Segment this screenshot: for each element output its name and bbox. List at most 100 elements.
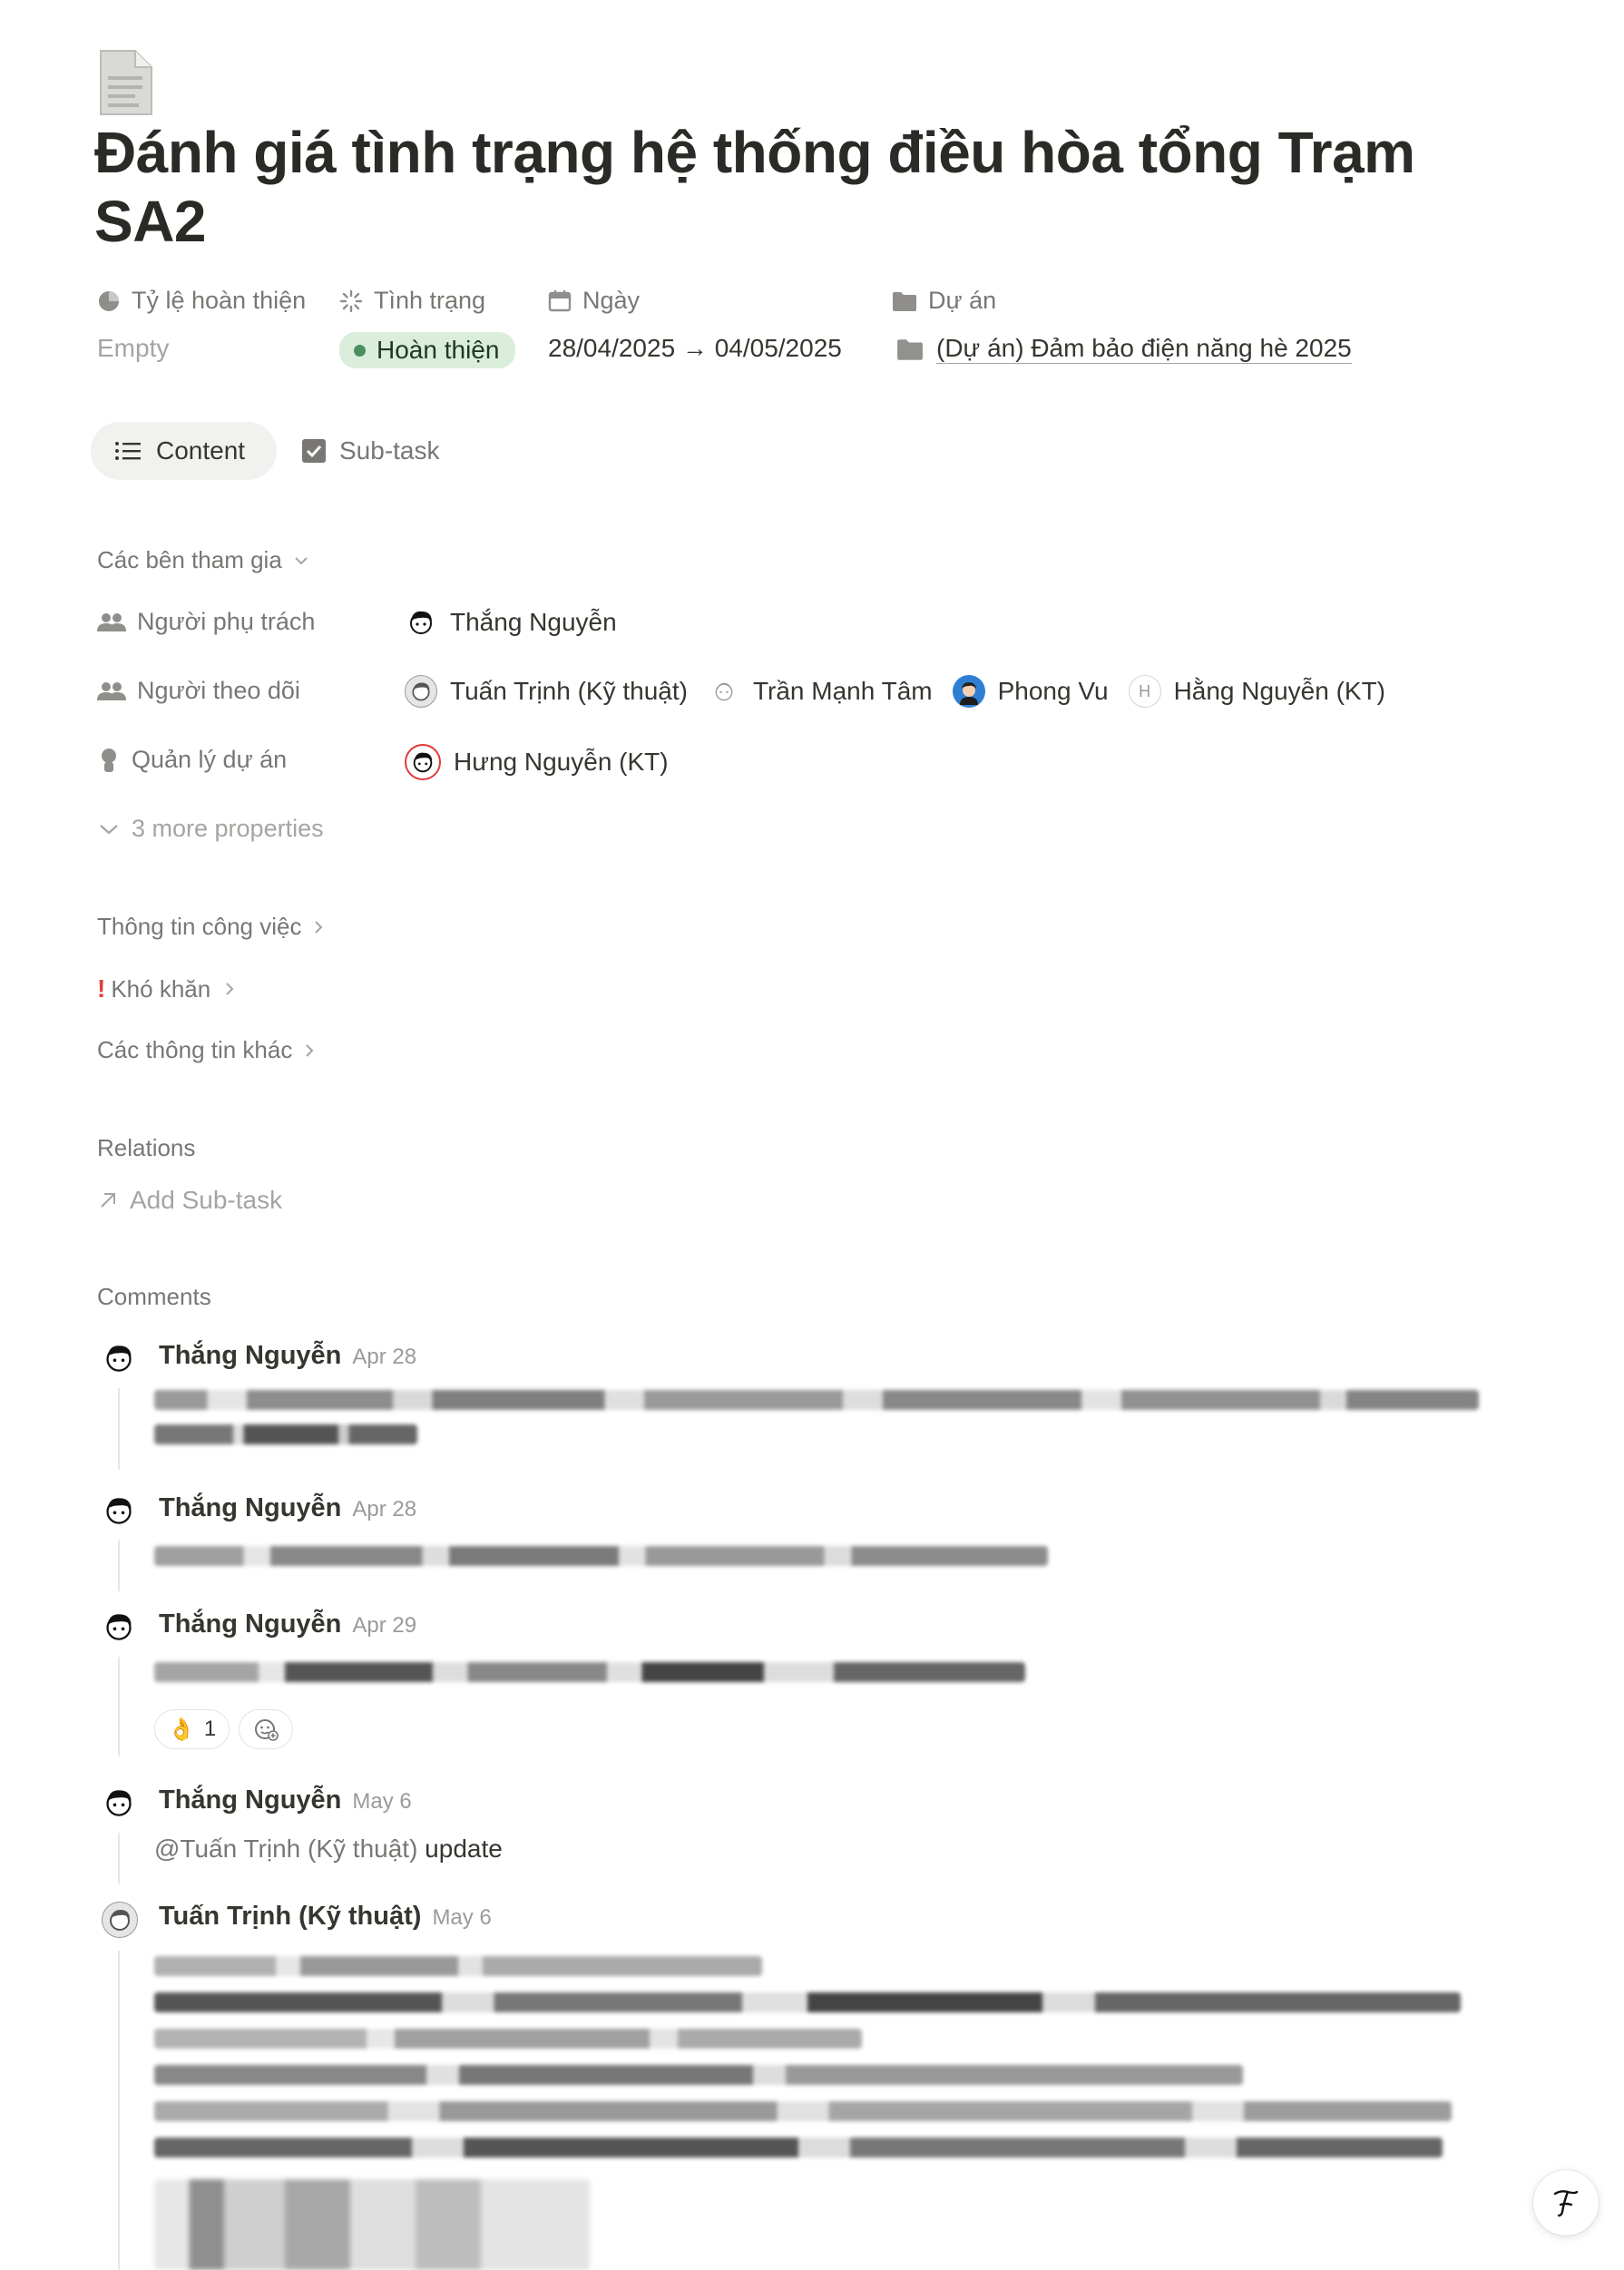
add-emoji-icon (255, 1719, 279, 1741)
completion-value[interactable]: Empty (97, 334, 169, 363)
list-icon (115, 442, 141, 460)
comment-author[interactable]: Thắng Nguyễn (159, 1610, 341, 1639)
person-icon (102, 748, 116, 772)
reaction-ok[interactable]: 👌 1 (154, 1709, 230, 1749)
section-label: Thông tin công việc (97, 913, 302, 940)
comment-header: Thắng Nguyễn Apr 28 (159, 1341, 416, 1371)
comments-heading: Comments (97, 1283, 211, 1310)
comment-body-redacted (154, 1390, 1479, 1444)
more-properties-label: 3 more properties (132, 815, 324, 842)
project-label: Dự án (928, 287, 997, 314)
date-value[interactable]: 28/04/2025 → 04/05/2025 (548, 334, 842, 363)
completion-header[interactable]: Tỷ lệ hoàn thiện (97, 287, 306, 315)
comment-date: Apr 28 (352, 1497, 417, 1521)
comment-author[interactable]: Thắng Nguyễn (159, 1786, 341, 1815)
followers-value[interactable]: Tuấn Trịnh (Kỹ thuật) Trần Mạnh Tâm Phon… (405, 675, 1405, 708)
owner-label: Người phụ trách (137, 608, 316, 635)
attached-image[interactable] (154, 2179, 590, 2270)
person-name: Hưng Nguyễn (KT) (454, 748, 669, 776)
comment-author[interactable]: Thắng Nguyễn (159, 1493, 341, 1522)
project-value[interactable]: (Dự án) Đảm bảo điện năng hè 2025 (896, 334, 1352, 364)
status-text: Hoàn thiện (377, 336, 500, 364)
person-chip[interactable]: Trần Mạnh Tâm (708, 675, 933, 708)
person-name: Tuấn Trịnh (Kỹ thuật) (450, 677, 688, 705)
thread-line (118, 1951, 120, 2270)
comment-body-redacted (154, 1546, 1048, 1566)
more-properties-toggle[interactable]: 3 more properties (97, 815, 324, 843)
status-dot (354, 344, 366, 357)
status-label: Tình trạng (374, 287, 486, 314)
comment-author[interactable]: Thắng Nguyễn (159, 1341, 341, 1370)
thread-line (118, 1833, 120, 1884)
section-other-info[interactable]: Các thông tin khác (97, 1036, 316, 1064)
person-name: Thắng Nguyễn (450, 608, 617, 636)
pm-label: Quản lý dự án (132, 746, 288, 773)
avatar[interactable] (102, 1493, 136, 1528)
thread-line (118, 1541, 120, 1591)
chevron-down-icon (100, 824, 118, 834)
user-mention[interactable]: @Tuấn Trịnh (Kỹ thuật) (154, 1835, 417, 1863)
comment-header: Thắng Nguyễn Apr 28 (159, 1493, 416, 1523)
owner-property[interactable]: Người phụ trách (97, 608, 315, 636)
thread-line (118, 1388, 120, 1470)
status-header[interactable]: Tình trạng (339, 287, 485, 315)
owner-value[interactable]: Thắng Nguyễn (405, 606, 637, 641)
tab-content-label: Content (156, 436, 246, 465)
arrow-up-right-icon (101, 1193, 115, 1208)
page-title[interactable]: Đánh giá tình trạng hệ thống điều hòa tổ… (94, 118, 1455, 256)
comment-body: @Tuấn Trịnh (Kỹ thuật) update (154, 1835, 503, 1864)
person-name: Trần Mạnh Tâm (752, 677, 933, 705)
reaction-count: 1 (203, 1717, 217, 1741)
loader-icon (339, 289, 363, 312)
participants-toggle[interactable]: Các bên tham gia (97, 546, 309, 574)
comment-header: Tuấn Trịnh (Kỹ thuật) May 6 (159, 1902, 492, 1932)
comment-date: Apr 28 (352, 1345, 417, 1369)
document-icon[interactable] (97, 49, 155, 116)
pm-value[interactable]: Hưng Nguyễn (KT) (405, 744, 689, 780)
avatar (405, 675, 437, 708)
tab-content[interactable]: Content (91, 422, 277, 480)
assistant-icon (1553, 2190, 1579, 2217)
comment-body-redacted (154, 1662, 1025, 1682)
comment-date: May 6 (432, 1905, 492, 1930)
status-value[interactable]: Hoàn thiện (339, 332, 516, 368)
chevron-right-icon (306, 1043, 314, 1057)
section-difficulties[interactable]: ! Khó khăn (97, 974, 236, 1003)
project-link[interactable]: (Dự án) Đảm bảo điện năng hè 2025 (936, 334, 1352, 364)
comment-body-redacted (154, 1956, 1461, 2157)
ai-assistant-button[interactable] (1533, 2170, 1599, 2236)
person-name: Hằng Nguyễn (KT) (1173, 677, 1385, 705)
avatar[interactable] (102, 1902, 138, 1938)
section-label: Khó khăn (111, 974, 211, 1003)
person-chip[interactable]: Hưng Nguyễn (KT) (405, 744, 669, 780)
followers-label: Người theo dõi (137, 677, 300, 704)
avatar (405, 606, 437, 639)
comment-text: update (417, 1835, 503, 1863)
person-chip[interactable]: Tuấn Trịnh (Kỹ thuật) (405, 675, 688, 708)
avatar[interactable] (102, 1786, 136, 1820)
chevron-right-icon (315, 920, 323, 934)
person-chip[interactable]: Thắng Nguyễn (405, 606, 617, 639)
comment-author[interactable]: Tuấn Trịnh (Kỹ thuật) (159, 1902, 421, 1931)
participants-label: Các bên tham gia (97, 546, 282, 573)
tab-sub-task[interactable]: Sub-task (301, 422, 440, 480)
section-work-info[interactable]: Thông tin công việc (97, 913, 325, 941)
reactions-bar: 👌 1 (154, 1709, 294, 1749)
avatar[interactable] (102, 1341, 136, 1375)
avatar[interactable] (102, 1610, 136, 1644)
avatar (952, 675, 985, 708)
person-chip[interactable]: H Hằng Nguyễn (KT) (1128, 675, 1385, 708)
people-icon (97, 612, 126, 631)
comment-date: May 6 (352, 1789, 412, 1814)
section-label: Các thông tin khác (97, 1036, 293, 1063)
thread-line (118, 1657, 120, 1756)
add-reaction-button[interactable] (239, 1709, 294, 1749)
followers-property[interactable]: Người theo dõi (97, 677, 300, 705)
person-chip[interactable]: Phong Vu (952, 675, 1109, 708)
project-header[interactable]: Dự án (892, 287, 996, 315)
date-label: Ngày (582, 287, 641, 314)
folder-icon (897, 338, 923, 360)
date-header[interactable]: Ngày (548, 287, 640, 315)
add-sub-task-button[interactable]: Add Sub-task (97, 1186, 282, 1215)
pm-property[interactable]: Quản lý dự án (97, 746, 287, 774)
